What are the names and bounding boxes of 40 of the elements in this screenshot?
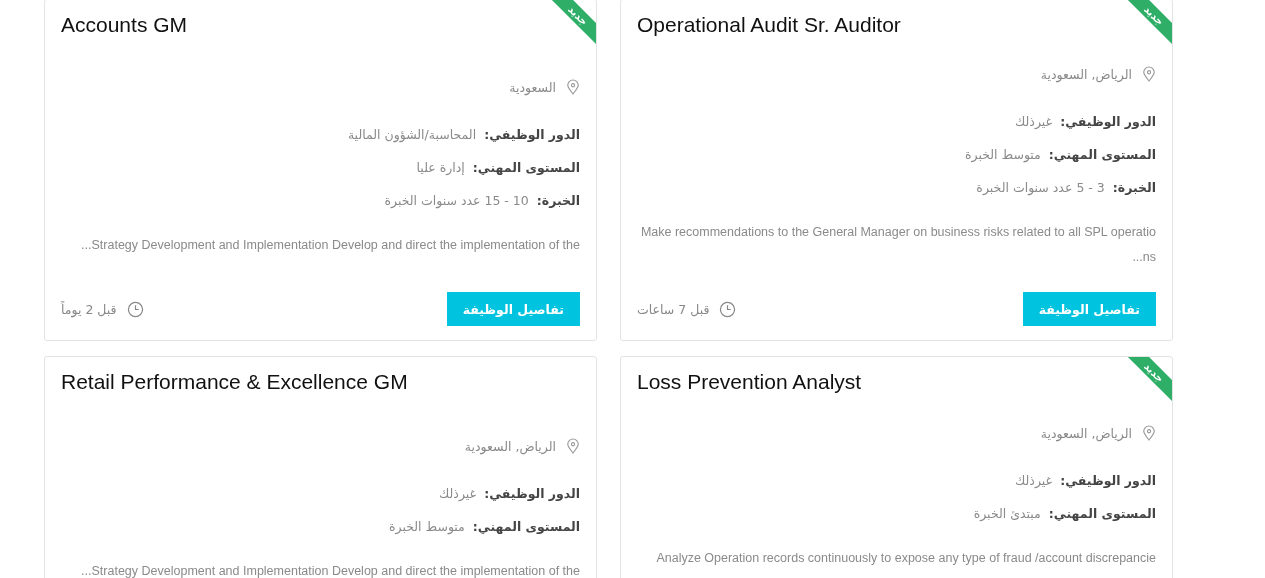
field-value: متوسط الخبرة	[389, 519, 465, 535]
field-value: غيرذلك	[439, 486, 477, 502]
field-value: غيرذلك	[1015, 114, 1053, 130]
clock-icon	[719, 300, 737, 318]
job-location: الرياض, السعودية	[464, 438, 556, 454]
field-label: الخبرة:	[536, 193, 580, 209]
field-label: المستوى المهني:	[1048, 147, 1156, 163]
location-pin-icon	[1142, 66, 1156, 82]
field-label: الدور الوظيفي:	[484, 486, 580, 502]
field-value: غيرذلك	[1015, 473, 1053, 489]
job-description: Strategy Development and Implementation Develop and direct the implementation of the...	[80, 563, 580, 578]
job-description: Strategy Development and Implementation Develop and direct the implementation of the...	[80, 237, 580, 254]
field-value: المحاسبة/الشؤون المالية	[347, 127, 477, 143]
location-pin-icon	[566, 438, 580, 454]
job-title[interactable]: Accounts GM	[61, 11, 188, 39]
job-description: Analyze Operation records continuously to expose any type of fraud /account discrepancie	[655, 550, 1156, 567]
field-value: مبتدئ الخبرة	[973, 506, 1041, 522]
job-title[interactable]: Retail Performance & Excellence GM	[61, 368, 408, 396]
field-label: المستوى المهني:	[472, 519, 580, 535]
location-pin-icon	[566, 79, 580, 95]
job-description: Make recommendations to the General Manager on business risks related to all SPL operations...	[639, 224, 1156, 266]
job-title[interactable]: Operational Audit Sr. Auditor	[637, 11, 901, 39]
field-label: الخبرة:	[1112, 180, 1156, 196]
field-value: متوسط الخبرة	[965, 147, 1041, 163]
job-title[interactable]: Loss Prevention Analyst	[637, 368, 862, 396]
field-value: 10 - 15 عدد سنوات الخبرة	[384, 193, 529, 209]
job-location: الرياض, السعودية	[1040, 425, 1132, 441]
field-value: 3 - 5 عدد سنوات الخبرة	[976, 180, 1105, 196]
field-label: الدور الوظيفي:	[484, 127, 580, 143]
posted-time: قبل 2 يوماً	[61, 301, 117, 317]
location-pin-icon	[1142, 425, 1156, 441]
field-value: إدارة عليا	[416, 160, 465, 176]
job-location: الرياض, السعودية	[1040, 66, 1132, 82]
field-label: المستوى المهني:	[1048, 506, 1156, 522]
field-label: الدور الوظيفي:	[1060, 473, 1156, 489]
clock-icon	[126, 300, 144, 318]
field-label: المستوى المهني:	[472, 160, 580, 176]
posted-time: قبل 7 ساعات	[637, 301, 710, 317]
job-location: السعودية	[509, 79, 556, 95]
field-label: الدور الوظيفي:	[1060, 114, 1156, 130]
